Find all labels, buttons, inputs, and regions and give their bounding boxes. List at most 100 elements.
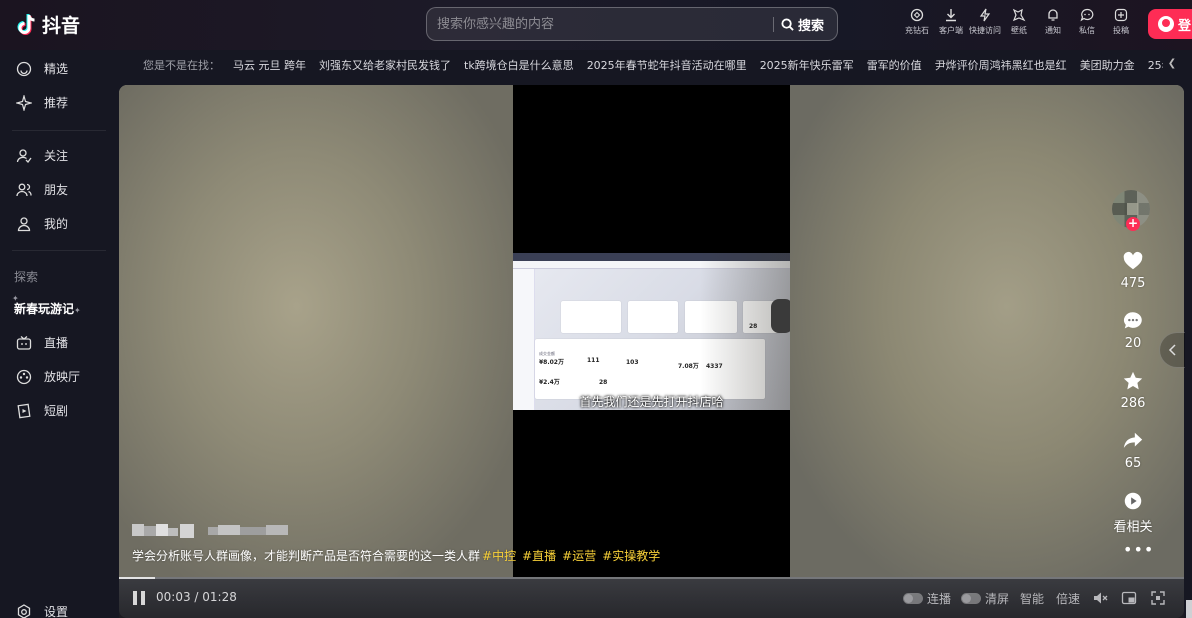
quality-button[interactable]: 智能 [1020, 590, 1044, 607]
more-options-button[interactable]: ••• [1123, 540, 1154, 559]
suggestion-item[interactable]: tk跨境仓白是什么意思 [464, 57, 574, 75]
sparkle-icon: ✦ [74, 306, 81, 315]
settings-icon [17, 603, 31, 618]
sidebar-item-live[interactable]: 直播 [16, 334, 68, 351]
sidebar-item-follow[interactable]: 关注 [16, 147, 68, 164]
hashtag[interactable]: #实操教学 [602, 549, 660, 563]
suggestion-item[interactable]: 美团助力金 [1080, 57, 1135, 75]
video-player[interactable]: 成交金额 ¥8.02万 111 103 7.08万 4337 ¥2.4万 28 … [119, 85, 1184, 618]
douyin-logo[interactable]: 抖音 [16, 11, 80, 38]
message-icon [1080, 8, 1094, 22]
tool-label: 壁纸 [1011, 26, 1027, 35]
tool-notifications[interactable]: 通知 [1036, 8, 1070, 36]
follow-plus-icon[interactable]: + [1126, 217, 1140, 231]
download-icon [946, 9, 956, 22]
related-button[interactable]: 看相关 [1108, 490, 1158, 535]
speed-label: 倍速 [1056, 592, 1081, 606]
tool-messages[interactable]: 私信 [1070, 8, 1104, 36]
hashtag[interactable]: #直播 [522, 549, 556, 563]
suggestion-item[interactable]: 25年元旦晚会 [1148, 57, 1163, 75]
sidebar-item-settings[interactable]: 设置 [16, 603, 68, 618]
comment-count: 20 [1124, 336, 1142, 351]
search-button-label: 搜索 [798, 18, 825, 34]
search-icon [781, 17, 794, 31]
clear-screen-toggle[interactable]: 清屏 [961, 590, 1009, 607]
tool-label: 通知 [1045, 26, 1061, 35]
volume-muted-icon[interactable] [1092, 590, 1108, 606]
favorite-count: 286 [1120, 396, 1146, 411]
video-stat-value: 103 [626, 359, 639, 366]
sidebar-item-label: 朋友 [44, 183, 69, 197]
picture-in-picture-icon[interactable] [1121, 590, 1137, 606]
sidebar-item-recommend[interactable]: 推荐 [16, 94, 68, 111]
sidebar-item-friends[interactable]: 朋友 [16, 181, 68, 198]
tool-upload[interactable]: 投稿 [1104, 8, 1138, 36]
suggestion-item[interactable]: 2025年春节蛇年抖音活动在哪里 [587, 57, 747, 75]
sidebar-item-label: 短剧 [44, 404, 69, 418]
tool-wallpaper[interactable]: 壁纸 [1002, 8, 1036, 36]
tool-quick-access[interactable]: 快捷访问 [968, 8, 1002, 36]
time-total: 01:28 [202, 590, 237, 604]
sidebar-divider [12, 250, 106, 251]
scrollbar[interactable] [1186, 600, 1192, 618]
sidebar-item-mine[interactable]: 我的 [16, 215, 68, 232]
sidebar-item-spring-festival[interactable]: ✦ 新春玩游记 ✦ [12, 294, 81, 317]
cinema-icon [16, 369, 32, 384]
douyin-note-icon [17, 13, 35, 35]
tool-label: 充钻石 [905, 26, 929, 35]
comment-button[interactable]: 20 [1108, 310, 1158, 351]
sidebar: 精选 推荐 关注 朋友 我的 探索 ✦ 新春玩游记 ✦ 直播 放映厅 短剧 [0, 50, 118, 618]
lightning-icon [979, 8, 991, 22]
time-separator: / [190, 590, 203, 604]
video-app-sidebar [513, 269, 535, 410]
search-input[interactable] [437, 8, 767, 40]
search-button[interactable]: 搜索 [781, 8, 824, 40]
quality-label: 智能 [1020, 592, 1045, 606]
hashtag[interactable]: #运营 [562, 549, 596, 563]
hashtag[interactable]: #中控 [482, 549, 516, 563]
suggestion-item[interactable]: 尹烨评价周鸿祎黑红也是红 [935, 57, 1067, 75]
pause-button[interactable] [133, 591, 145, 605]
suggestions-prefix: 您是不是在找： [143, 59, 220, 72]
video-hand-object [771, 299, 790, 333]
header-toolbar: 充钻石 客户端 快捷访问 壁纸 通知 私信 投稿 [900, 8, 1138, 36]
recommend-icon [16, 94, 32, 111]
tool-label: 客户端 [939, 26, 963, 35]
speed-button[interactable]: 倍速 [1056, 590, 1080, 607]
suggestion-item[interactable]: 2025新年快乐雷军 [760, 57, 854, 75]
heart-icon [1123, 251, 1143, 270]
share-button[interactable]: 65 [1108, 430, 1158, 471]
suggestion-item[interactable]: 刘强东又给老家村民发钱了 [319, 57, 451, 75]
sidebar-item-label: 精选 [44, 62, 69, 76]
bell-icon [1048, 9, 1058, 21]
sidebar-item-short-drama[interactable]: 短剧 [16, 402, 68, 419]
chevron-left-icon[interactable]: ❮ [1163, 58, 1181, 74]
suggestion-item[interactable]: 雷军的价值 [867, 57, 922, 75]
author-name-pixelated[interactable] [132, 522, 194, 540]
tool-label: 快捷访问 [969, 26, 1001, 35]
sidebar-item-label: 直播 [44, 336, 69, 350]
favorite-button[interactable]: 286 [1108, 370, 1158, 411]
follow-icon [16, 148, 32, 163]
search-box: 搜索 [426, 7, 838, 41]
sidebar-item-featured[interactable]: 精选 [16, 60, 68, 77]
user-icon [1158, 16, 1174, 32]
upload-icon [1114, 8, 1128, 22]
video-blur-background-left [119, 85, 513, 577]
autoplay-toggle[interactable]: 连播 [903, 590, 951, 607]
sidebar-item-cinema[interactable]: 放映厅 [16, 368, 80, 385]
tool-recharge[interactable]: 充钻石 [900, 8, 934, 36]
top-header: 抖音 搜索 充钻石 客户端 快捷访问 壁纸 [0, 0, 1192, 50]
suggestion-item[interactable]: 马云 元旦 跨年 [233, 57, 306, 75]
settings-label: 设置 [44, 605, 69, 618]
fullscreen-icon[interactable] [1150, 590, 1166, 606]
sidebar-item-label: 我的 [44, 217, 69, 231]
play-circle-icon [1124, 492, 1142, 510]
diamond-icon [910, 8, 924, 22]
tool-client[interactable]: 客户端 [934, 8, 968, 36]
sidebar-item-label: 新春玩游记 [14, 302, 75, 316]
login-button[interactable]: 登 [1148, 9, 1192, 39]
sidebar-divider [12, 130, 106, 131]
sidebar-item-label: 推荐 [44, 96, 69, 110]
like-button[interactable]: 475 [1108, 250, 1158, 291]
